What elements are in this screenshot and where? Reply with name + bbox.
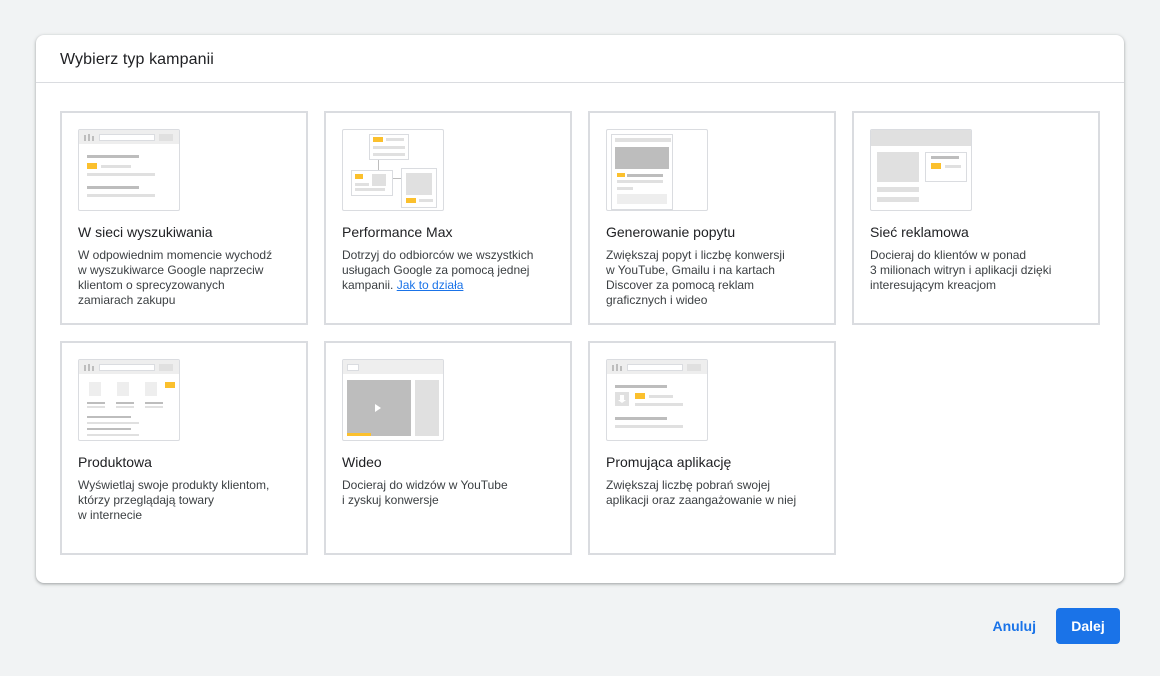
campaign-card-description: Zwiększaj liczbę pobrań swojej aplikacji…	[606, 478, 797, 507]
cancel-button[interactable]: Anuluj	[990, 610, 1038, 642]
campaign-type-grid: W sieci wyszukiwania W odpowiednim momen…	[60, 111, 1100, 555]
how-it-works-link[interactable]: Jak to działa	[397, 278, 464, 292]
video-campaign-illustration	[342, 359, 444, 441]
campaign-card-title: Promująca aplikację	[606, 454, 732, 470]
search-campaign-illustration	[78, 129, 180, 211]
campaign-card-app[interactable]: Promująca aplikację Zwiększaj liczbę pob…	[588, 341, 836, 555]
campaign-card-description: Wyświetlaj swoje produkty klientom, któr…	[78, 478, 270, 522]
dialog-header: Wybierz typ kampanii	[36, 35, 1124, 83]
campaign-card-display[interactable]: Sieć reklamowa Docieraj do klientów w po…	[852, 111, 1100, 325]
display-campaign-illustration	[870, 129, 972, 211]
performance-max-illustration	[342, 129, 444, 211]
campaign-card-search[interactable]: W sieci wyszukiwania W odpowiednim momen…	[60, 111, 308, 325]
next-button[interactable]: Dalej	[1056, 608, 1120, 644]
campaign-card-title: Produktowa	[78, 454, 152, 470]
dialog-actions: Anuluj Dalej	[990, 608, 1120, 644]
campaign-card-title: W sieci wyszukiwania	[78, 224, 213, 240]
campaign-card-description: Dotrzyj do odbiorców we wszystkich usług…	[342, 248, 554, 293]
campaign-card-video[interactable]: Wideo Docieraj do widzów w YouTube i zys…	[324, 341, 572, 555]
campaign-card-performance-max[interactable]: Performance Max Dotrzyj do odbiorców we …	[324, 111, 572, 325]
campaign-card-description: Docieraj do klientów w ponad 3 milionach…	[870, 248, 1052, 292]
dialog-title: Wybierz typ kampanii	[60, 51, 214, 68]
campaign-card-description: Zwiększaj popyt i liczbę konwersji w You…	[606, 248, 785, 307]
campaign-card-description: W odpowiednim momencie wychodź w wyszuki…	[78, 248, 273, 307]
shopping-campaign-illustration	[78, 359, 180, 441]
demand-gen-illustration	[606, 129, 708, 211]
campaign-card-title: Performance Max	[342, 224, 453, 240]
campaign-card-title: Generowanie popytu	[606, 224, 736, 240]
campaign-card-title: Sieć reklamowa	[870, 224, 969, 240]
campaign-card-demand-gen[interactable]: Generowanie popytu Zwiększaj popyt i lic…	[588, 111, 836, 325]
play-icon	[375, 404, 381, 412]
app-campaign-illustration	[606, 359, 708, 441]
campaign-card-shopping[interactable]: Produktowa Wyświetlaj swoje produkty kli…	[60, 341, 308, 555]
campaign-card-title: Wideo	[342, 454, 382, 470]
campaign-card-description: Docieraj do widzów w YouTube i zyskuj ko…	[342, 478, 508, 507]
